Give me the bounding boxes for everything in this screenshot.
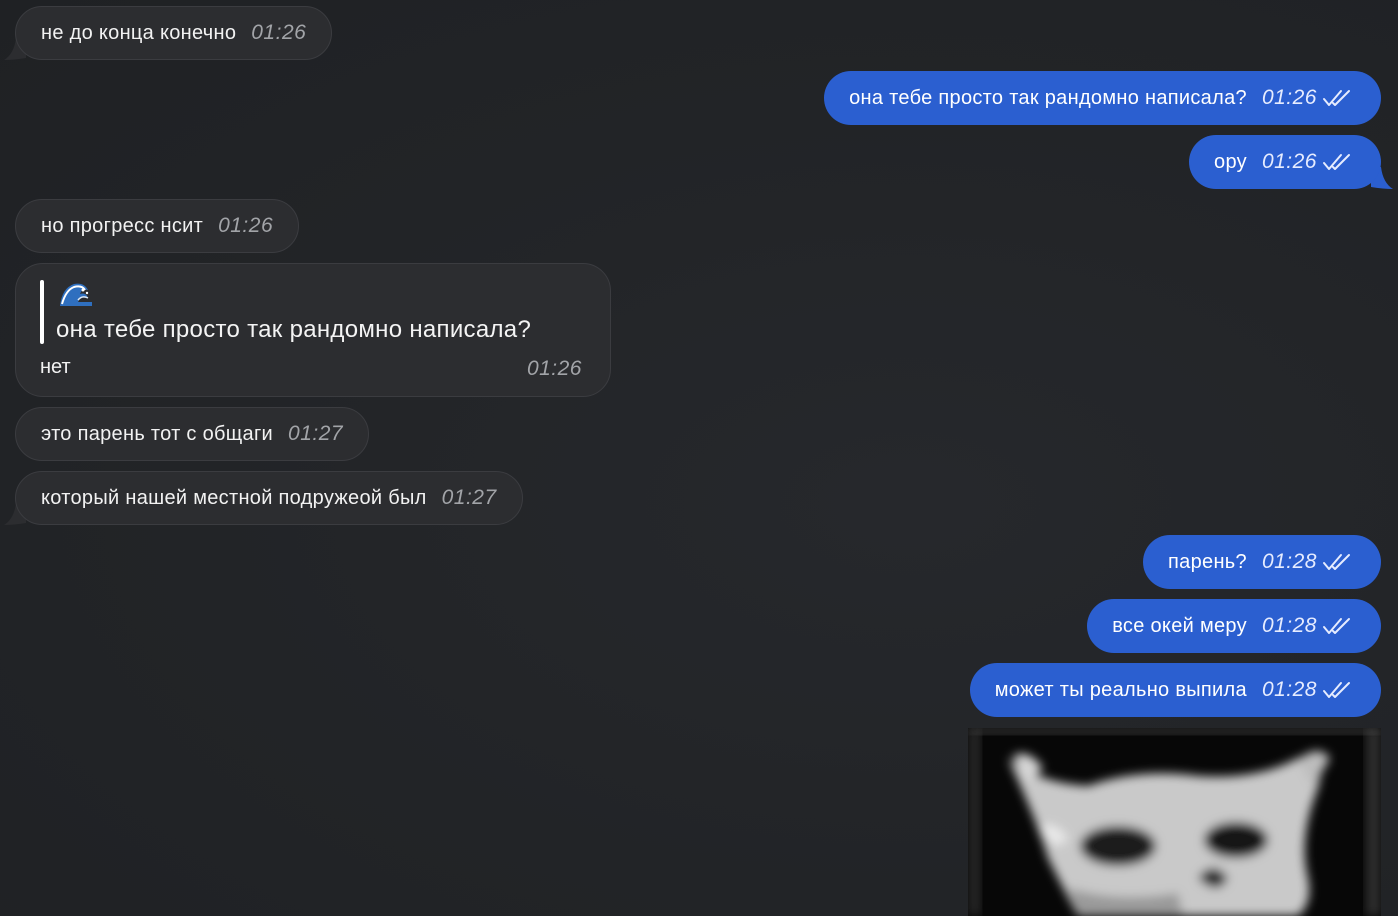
- incoming-message[interactable]: не до конца конечно 01:26: [15, 6, 333, 60]
- message-time: 01:27: [288, 422, 344, 445]
- message-text: может ты реально выпила: [994, 678, 1247, 701]
- message-time: 01:26: [1261, 86, 1317, 109]
- message-text: она тебе просто так рандомно написала?: [849, 86, 1247, 109]
- message-time: 01:28: [1261, 550, 1317, 573]
- double-check-icon: [1323, 682, 1350, 698]
- outgoing-message[interactable]: может ты реально выпила 01:28: [969, 663, 1381, 717]
- chat-area: не до конца конечно 01:26 она тебе прост…: [0, 0, 1398, 916]
- message-time: 01:27: [441, 486, 497, 509]
- incoming-reply-message[interactable]: она тебе просто так рандомно написала? н…: [15, 263, 611, 397]
- quoted-message-text: она тебе просто так рандомно написала?: [56, 316, 532, 343]
- message-text: парень?: [1168, 550, 1247, 573]
- water-wave-emoji: [58, 280, 94, 308]
- message-time: 01:28: [1261, 678, 1317, 701]
- incoming-message[interactable]: это парень тот с общаги 01:27: [15, 407, 370, 461]
- quote-bar: [40, 280, 44, 344]
- message-text: нет: [40, 356, 71, 378]
- message-text: все окей меру: [1112, 614, 1247, 637]
- incoming-message[interactable]: но прогресс нсит 01:26: [15, 199, 300, 253]
- incoming-message[interactable]: который нашей местной подружеой был 01:2…: [15, 471, 523, 525]
- outgoing-message[interactable]: парень? 01:28: [1143, 535, 1381, 589]
- message-text: не до конца конечно: [41, 21, 237, 44]
- message-time: 01:28: [1261, 614, 1317, 637]
- message-text: ору: [1214, 150, 1247, 173]
- double-check-icon: [1323, 618, 1350, 634]
- outgoing-message[interactable]: она тебе просто так рандомно написала? 0…: [824, 71, 1381, 125]
- message-text: который нашей местной подружеой был: [41, 486, 427, 509]
- double-check-icon: [1323, 154, 1350, 170]
- message-time: 01:26: [1261, 150, 1317, 173]
- message-time: 01:26: [218, 214, 274, 237]
- double-check-icon: [1323, 90, 1350, 106]
- outgoing-message[interactable]: все окей меру 01:28: [1087, 599, 1381, 653]
- photo-image: [968, 728, 1381, 916]
- photo-message[interactable]: [968, 728, 1381, 916]
- double-check-icon: [1323, 554, 1350, 570]
- message-time: 01:26: [526, 357, 582, 380]
- message-time: 01:26: [251, 21, 307, 44]
- message-text: но прогресс нсит: [41, 214, 204, 237]
- message-text: это парень тот с общаги: [41, 422, 274, 445]
- outgoing-message[interactable]: ору 01:26: [1189, 135, 1381, 189]
